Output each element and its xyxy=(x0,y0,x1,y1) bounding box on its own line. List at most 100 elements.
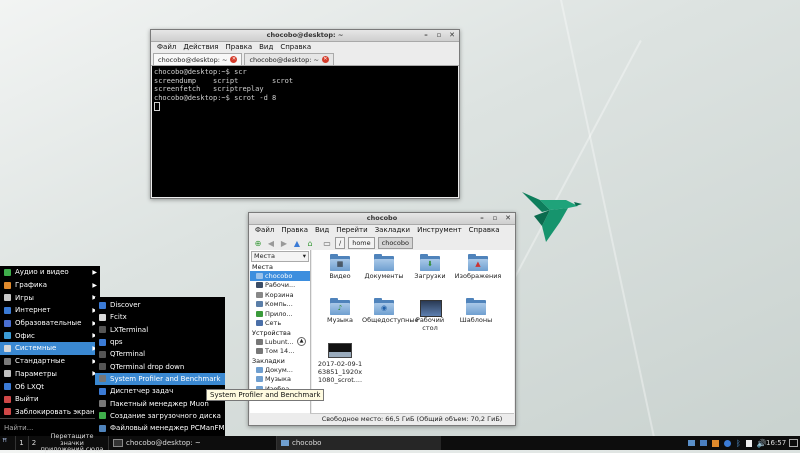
display-icon[interactable] xyxy=(700,440,707,446)
start-menu-item[interactable]: Заблокировать экран xyxy=(0,406,100,419)
task-button-terminal[interactable]: chocobo@desktop: ~ xyxy=(108,436,278,450)
folder-icon xyxy=(281,440,289,446)
submenu-item[interactable]: Файловый менеджер PCManFM xyxy=(95,422,225,434)
tab-close-icon[interactable]: ✕ xyxy=(321,56,329,63)
start-menu-item[interactable]: Аудио и видео ▶ xyxy=(0,266,100,279)
terminal-tab[interactable]: chocobo@desktop: ~ ✕ xyxy=(153,53,243,65)
start-menu-item[interactable]: Стандартные▶ xyxy=(0,355,100,368)
menu-edit[interactable]: Правка xyxy=(281,225,308,236)
sidebar-item-bookmark[interactable]: Докум... xyxy=(250,365,310,375)
sidebar-item-desktop[interactable]: Рабочи... xyxy=(250,281,310,291)
start-menu-item[interactable]: Выйти xyxy=(0,393,100,406)
minimize-icon[interactable]: – xyxy=(422,31,430,39)
menu-help[interactable]: Справка xyxy=(280,42,311,53)
submenu-item[interactable]: Discover xyxy=(95,299,225,311)
sidebar-item-label: Докум... xyxy=(265,365,293,374)
side-pane-mode-select[interactable]: Места ▾ xyxy=(251,251,309,262)
submenu-item[interactable]: QTerminal drop down xyxy=(95,360,225,372)
maximize-icon[interactable]: ▫ xyxy=(491,214,499,222)
back-icon[interactable]: ◀ xyxy=(266,238,276,248)
clock[interactable]: 16:57 xyxy=(766,436,786,450)
bluetooth-icon[interactable]: ᛒ xyxy=(736,439,741,448)
maximize-icon[interactable]: ▫ xyxy=(435,31,443,39)
screen-icon[interactable] xyxy=(688,440,695,446)
sidebar-item-device[interactable]: Том 14... xyxy=(250,347,310,357)
submenu-item[interactable]: qps xyxy=(95,336,225,348)
submenu-item[interactable]: Создание загрузочного диска xyxy=(95,410,225,422)
video-folder-icon: ▦ xyxy=(330,254,350,271)
start-menu-item[interactable]: Об LXQt xyxy=(0,380,100,393)
file-item[interactable]: 2017-02-09-163851_1920x1080_scrot.... xyxy=(316,343,364,384)
path-segment-current[interactable]: chocobo xyxy=(377,237,413,249)
menu-file[interactable]: Файл xyxy=(157,42,176,53)
task-button-file-manager[interactable]: chocobo xyxy=(276,436,441,450)
file-item[interactable]: ◉ Общедоступные xyxy=(362,298,419,324)
start-menu-item[interactable]: Системные▶ xyxy=(0,342,100,355)
desktop-switch-2[interactable]: 2 xyxy=(28,436,39,450)
start-menu-item[interactable]: Офис▶ xyxy=(0,329,100,342)
file-item[interactable]: Рабочий стол xyxy=(408,298,452,332)
minimize-icon[interactable]: – xyxy=(478,214,486,222)
tab-close-icon[interactable]: ✕ xyxy=(230,56,238,63)
sidebar-item-computer[interactable]: Компь... xyxy=(250,300,310,310)
menu-edit[interactable]: Правка xyxy=(225,42,252,53)
menu-help[interactable]: Справка xyxy=(469,225,500,236)
menu-item-label: Discover xyxy=(110,301,141,310)
menu-view[interactable]: Вид xyxy=(315,225,329,236)
terminal-window[interactable]: chocobo@desktop: ~ – ▫ ✕ Файл Действия П… xyxy=(150,29,460,199)
show-desktop-button[interactable] xyxy=(789,436,798,450)
terminal-icon xyxy=(99,326,106,334)
start-menu-item[interactable]: Интернет▶ xyxy=(0,304,100,317)
submenu-item[interactable]: QTerminal xyxy=(95,348,225,360)
submenu-item[interactable]: LXTerminal xyxy=(95,324,225,336)
desktop-switch-1[interactable]: 1 xyxy=(15,436,27,450)
menu-tools[interactable]: Инструмент xyxy=(417,225,462,236)
preferences-icon xyxy=(4,370,11,378)
menu-actions[interactable]: Действия xyxy=(183,42,218,53)
update-icon[interactable] xyxy=(712,439,719,447)
file-label: Музыка xyxy=(327,316,353,324)
menu-bookmarks[interactable]: Закладки xyxy=(375,225,410,236)
close-icon[interactable]: ✕ xyxy=(448,31,456,39)
file-view[interactable]: ▦ Видео Документы ⬇ Загрузки ▲ Изображен… xyxy=(312,250,514,413)
file-item[interactable]: Документы xyxy=(362,254,406,280)
clipboard-icon[interactable] xyxy=(745,439,752,447)
menu-file[interactable]: Файл xyxy=(255,225,274,236)
path-segment-root[interactable]: / xyxy=(335,237,346,249)
menu-view[interactable]: Вид xyxy=(259,42,273,53)
menu-item-label: Заблокировать экран xyxy=(15,407,95,416)
desktop-number: 1 xyxy=(19,439,24,447)
forward-icon[interactable]: ▶ xyxy=(279,238,289,248)
file-item[interactable]: ♪ Музыка xyxy=(318,298,362,324)
path-segment-home[interactable]: home xyxy=(348,237,375,249)
sidebar-item-bookmark[interactable]: Музыка xyxy=(250,375,310,385)
file-item[interactable]: ⬇ Загрузки xyxy=(408,254,452,280)
eject-icon[interactable]: ▲ xyxy=(297,337,306,347)
file-item[interactable]: ▲ Изображения xyxy=(454,254,502,280)
file-manager-titlebar[interactable]: chocobo – ▫ ✕ xyxy=(249,213,515,225)
sidebar-item-home[interactable]: chocobo xyxy=(250,271,310,281)
start-menu-item[interactable]: Игры▶ xyxy=(0,291,100,304)
close-icon[interactable]: ✕ xyxy=(504,214,512,222)
new-tab-icon[interactable]: ⊕ xyxy=(253,238,263,248)
submenu-item[interactable]: System Profiler and Benchmark xyxy=(95,372,225,386)
sidebar-item-trash[interactable]: Корзина xyxy=(250,290,310,300)
menu-go[interactable]: Перейти xyxy=(336,225,368,236)
network-icon[interactable] xyxy=(724,439,731,447)
sidebar-item-applications[interactable]: Прило... xyxy=(250,309,310,319)
file-item[interactable]: Шаблоны xyxy=(454,298,498,324)
main-menu-button[interactable]: ꟸ xyxy=(2,436,14,450)
start-menu-item[interactable]: Графика ▶ xyxy=(0,279,100,292)
sidebar-item-device[interactable]: Lubunt... ▲ xyxy=(250,337,310,347)
terminal-tab[interactable]: chocobo@desktop: ~ ✕ xyxy=(244,53,334,65)
submenu-item[interactable]: Fcitx xyxy=(95,311,225,323)
terminal-output[interactable]: chocobo@desktop:~$ scr screendump script … xyxy=(152,66,458,197)
file-item[interactable]: ▦ Видео xyxy=(318,254,362,280)
window-title: chocobo xyxy=(366,214,398,222)
up-icon[interactable]: ▲ xyxy=(292,238,302,248)
home-icon[interactable]: ⌂ xyxy=(305,238,315,248)
start-menu-item[interactable]: Параметры▶ xyxy=(0,368,100,381)
sidebar-item-network[interactable]: Сеть xyxy=(250,319,310,329)
terminal-titlebar[interactable]: chocobo@desktop: ~ – ▫ ✕ xyxy=(151,30,459,42)
start-menu-item[interactable]: Образовательные▶ xyxy=(0,317,100,330)
